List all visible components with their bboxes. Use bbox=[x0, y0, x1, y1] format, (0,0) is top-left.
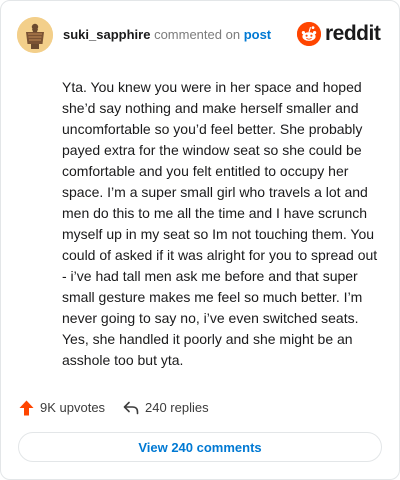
upvote-count: 9K upvotes bbox=[40, 400, 106, 415]
reddit-logo[interactable]: reddit bbox=[297, 19, 383, 49]
avatar[interactable] bbox=[17, 17, 53, 53]
commented-on-label: commented on bbox=[154, 27, 241, 42]
view-comments-button[interactable]: View 240 comments bbox=[18, 432, 382, 462]
replies-button[interactable]: 240 replies bbox=[123, 399, 209, 417]
byline: suki_sapphire commented on post bbox=[63, 27, 271, 43]
comment-header: suki_sapphire commented on post reddit bbox=[17, 17, 383, 53]
comment-card: suki_sapphire commented on post reddit Y… bbox=[0, 0, 400, 480]
comment-body: Yta. You knew you were in her space and … bbox=[62, 79, 378, 368]
comment-actions: 9K upvotes 240 replies bbox=[19, 399, 381, 417]
post-link[interactable]: post bbox=[244, 27, 271, 42]
username-link[interactable]: suki_sapphire bbox=[63, 27, 150, 42]
reply-arrow-icon bbox=[123, 401, 139, 415]
upvote-button[interactable]: 9K upvotes bbox=[19, 399, 105, 417]
reddit-wordmark: reddit bbox=[325, 22, 381, 45]
reply-count: 240 replies bbox=[145, 400, 209, 415]
avatar-image bbox=[17, 17, 53, 53]
upvote-arrow-icon bbox=[19, 400, 34, 416]
reddit-alien-icon bbox=[297, 22, 321, 46]
